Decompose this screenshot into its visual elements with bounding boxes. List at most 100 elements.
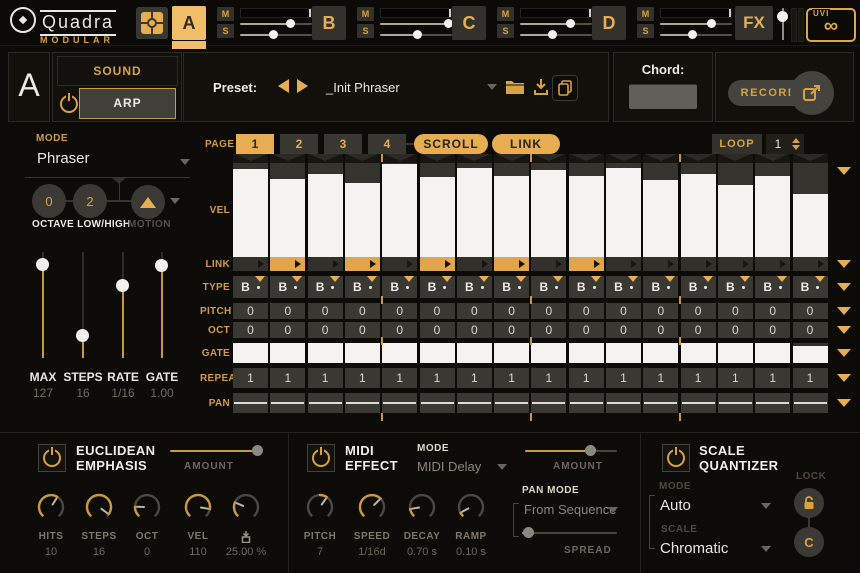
midi-amount-slider[interactable] <box>525 445 617 456</box>
type-cell-step-16[interactable]: B <box>793 276 828 298</box>
channel-D-tab[interactable]: D <box>592 6 626 40</box>
repeat-cell-step-2[interactable]: 1 <box>270 368 305 388</box>
repeat-cell-step-5[interactable]: 1 <box>382 368 417 388</box>
modular-grid-button[interactable] <box>136 7 168 39</box>
channel-A-tab[interactable]: A <box>172 6 206 40</box>
pitch-cell-step-6[interactable]: 0 <box>420 303 455 319</box>
pan-mode-caret[interactable] <box>608 507 618 513</box>
pitch-cell-step-3[interactable]: 0 <box>308 303 343 319</box>
vel-bar-step-4[interactable] <box>345 183 380 257</box>
pan-cell-step-13[interactable] <box>681 393 716 413</box>
pitch-cell-step-4[interactable]: 0 <box>345 303 380 319</box>
euclidean-oct-knob[interactable]: OCT0 <box>119 492 175 558</box>
channel-A-mute-button[interactable]: M <box>217 7 234 21</box>
euclidean-amount-slider[interactable] <box>170 445 258 456</box>
link-cell-step-15[interactable] <box>755 257 790 271</box>
preset-copy-button[interactable] <box>552 75 578 101</box>
pan-cell-step-7[interactable] <box>457 393 492 413</box>
link-cell-step-1[interactable] <box>233 257 268 271</box>
loop-spinner[interactable]: 1 <box>766 134 804 154</box>
type-cell-step-5[interactable]: B <box>382 276 417 298</box>
fx-tab[interactable]: FX <box>735 6 773 40</box>
oct-cell-step-14[interactable]: 0 <box>718 322 753 338</box>
gate-cell-step-9[interactable] <box>531 343 566 363</box>
gate-cell-step-6[interactable] <box>420 343 455 363</box>
pan-cell-step-8[interactable] <box>494 393 529 413</box>
vel-bar-step-8[interactable] <box>494 176 529 257</box>
repeat-cell-step-7[interactable]: 1 <box>457 368 492 388</box>
pan-cell-step-3[interactable] <box>308 393 343 413</box>
repeat-cell-step-15[interactable]: 1 <box>755 368 790 388</box>
gate-cell-step-11[interactable] <box>606 343 641 363</box>
link-cell-step-7[interactable] <box>457 257 492 271</box>
vel-column-step-3[interactable] <box>308 163 343 257</box>
repeat-cell-step-11[interactable]: 1 <box>606 368 641 388</box>
pan-cell-step-6[interactable] <box>420 393 455 413</box>
pitch-cell-step-15[interactable]: 0 <box>755 303 790 319</box>
oct-cell-step-13[interactable]: 0 <box>681 322 716 338</box>
oct-cell-step-15[interactable]: 0 <box>755 322 790 338</box>
row-options-marker-2[interactable] <box>837 283 851 291</box>
euclidean-power-button[interactable] <box>38 444 66 472</box>
pan-cell-step-10[interactable] <box>569 393 604 413</box>
pan-cell-step-1[interactable] <box>233 393 268 413</box>
link-cell-step-5[interactable] <box>382 257 417 271</box>
record-export-button[interactable] <box>790 71 834 115</box>
quantizer-mode-caret[interactable] <box>761 503 771 509</box>
repeat-cell-step-14[interactable]: 1 <box>718 368 753 388</box>
vel-column-step-15[interactable] <box>755 163 790 257</box>
link-cell-step-9[interactable] <box>531 257 566 271</box>
channel-C-mute-button[interactable]: M <box>497 7 514 21</box>
vel-column-step-6[interactable] <box>420 163 455 257</box>
link-cell-step-10[interactable] <box>569 257 604 271</box>
preset-folder-icon[interactable] <box>505 79 525 95</box>
vel-bar-step-2[interactable] <box>270 179 305 257</box>
channel-A-volume-slider[interactable] <box>240 19 312 29</box>
channel-B-mute-button[interactable]: M <box>357 7 374 21</box>
rate-slider[interactable] <box>115 252 131 358</box>
preset-next-button[interactable] <box>297 79 308 93</box>
pitch-cell-step-14[interactable]: 0 <box>718 303 753 319</box>
gate-cell-step-8[interactable] <box>494 343 529 363</box>
lock-button[interactable] <box>794 488 824 518</box>
octave-low-knob[interactable]: 0 <box>32 184 66 218</box>
gate-cell-step-1[interactable] <box>233 343 268 363</box>
row-options-marker-4[interactable] <box>837 326 851 334</box>
pan-cell-step-9[interactable] <box>531 393 566 413</box>
oct-cell-step-11[interactable]: 0 <box>606 322 641 338</box>
pitch-cell-step-5[interactable]: 0 <box>382 303 417 319</box>
row-options-marker-0[interactable] <box>837 167 851 175</box>
row-options-marker-1[interactable] <box>837 260 851 268</box>
pan-cell-step-4[interactable] <box>345 393 380 413</box>
pitch-cell-step-13[interactable]: 0 <box>681 303 716 319</box>
type-cell-step-14[interactable]: B <box>718 276 753 298</box>
quantizer-scale-dropdown[interactable]: Chromatic <box>660 540 728 557</box>
vel-bar-step-16[interactable] <box>793 194 828 257</box>
vel-column-step-16[interactable] <box>793 163 828 257</box>
channel-A-solo-button[interactable]: S <box>217 24 234 38</box>
gate-cell-step-13[interactable] <box>681 343 716 363</box>
type-cell-step-9[interactable]: B <box>531 276 566 298</box>
channel-B-tab[interactable]: B <box>312 6 346 40</box>
vel-column-step-9[interactable] <box>531 163 566 257</box>
tab-arp[interactable]: ARP <box>79 88 176 119</box>
channel-B-solo-button[interactable]: S <box>357 24 374 38</box>
uvi-logo[interactable]: UVI ∞ <box>806 8 856 42</box>
vel-bar-step-3[interactable] <box>308 174 343 257</box>
vel-bar-step-9[interactable] <box>531 170 566 257</box>
pan-cell-step-2[interactable] <box>270 393 305 413</box>
repeat-cell-step-4[interactable]: 1 <box>345 368 380 388</box>
type-cell-step-6[interactable]: B <box>420 276 455 298</box>
vel-column-step-13[interactable] <box>681 163 716 257</box>
pan-cell-step-11[interactable] <box>606 393 641 413</box>
gate-cell-step-15[interactable] <box>755 343 790 363</box>
page-3-button[interactable]: 3 <box>324 134 362 154</box>
midi-mode-dropdown[interactable]: MIDI Delay <box>417 459 481 474</box>
mode-dropdown[interactable]: Phraser <box>37 150 90 167</box>
link-pages-button[interactable]: LINK <box>492 134 560 154</box>
pan-cell-step-15[interactable] <box>755 393 790 413</box>
pan-mode-dropdown[interactable]: From Sequence <box>524 502 617 517</box>
oct-cell-step-6[interactable]: 0 <box>420 322 455 338</box>
oct-cell-step-4[interactable]: 0 <box>345 322 380 338</box>
root-note-button[interactable]: C <box>794 527 824 557</box>
